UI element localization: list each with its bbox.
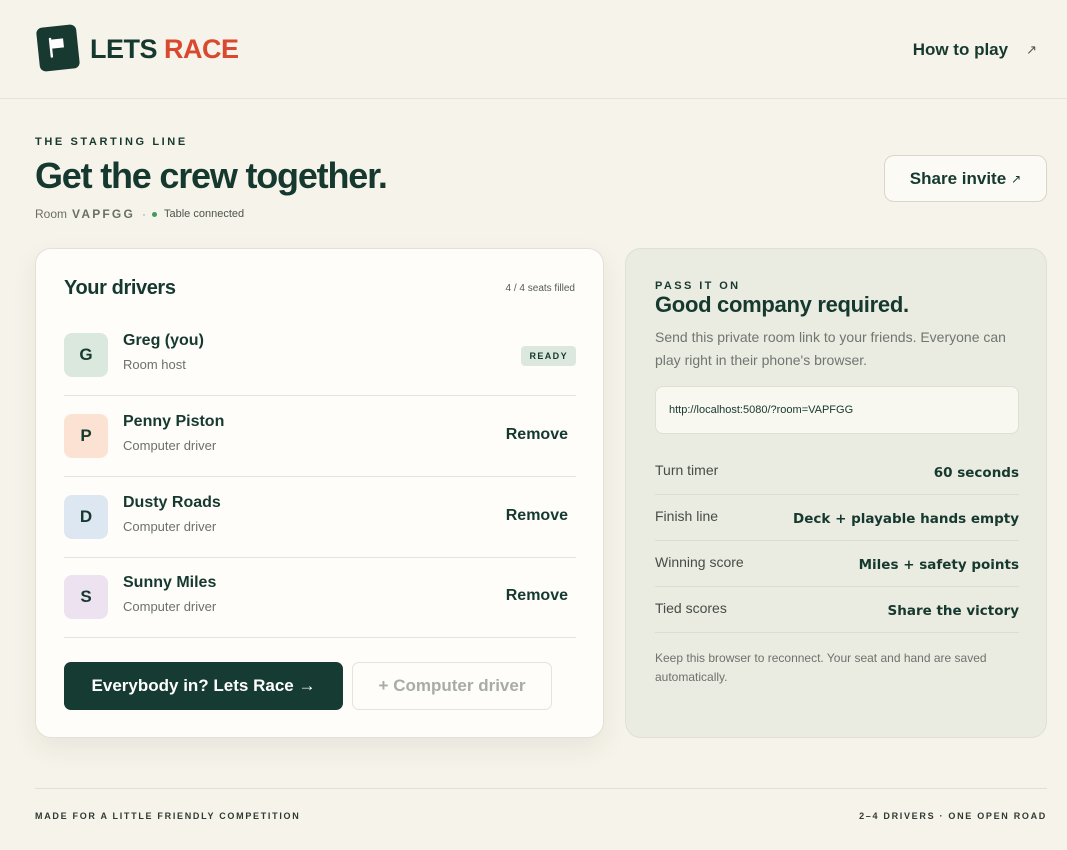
brand-logo[interactable]: LETS RACE [90,32,239,66]
footer-tagline: MADE FOR A LITTLE FRIENDLY COMPETITION [35,811,301,821]
add-computer-driver-button[interactable]: + Computer driver [352,662,552,710]
seats-count: 4 / 4 seats filled [505,283,575,294]
remove-driver-button[interactable]: Remove [506,507,568,525]
flag-icon[interactable] [35,24,81,72]
connection-status-dot-icon [152,211,157,217]
driver-role: Computer driver [123,599,217,614]
brand-word-race: RACE [164,34,239,64]
page-title: Get the crew together. [35,155,388,196]
arrow-up-right-icon: ↗ [1011,171,1022,186]
driver-row: P Penny Piston Computer driver Remove [64,396,576,477]
drivers-card: Your drivers 4 / 4 seats filled G Greg (… [35,248,604,738]
setting-label: Winning score [655,554,744,570]
avatar: P [64,414,108,458]
driver-name: Dusty Roads [123,494,221,511]
setting-value: 60 seconds [933,465,1019,481]
setting-label: Finish line [655,508,719,524]
connection-status: Table connected [164,208,245,220]
setting-row: Tied scores Share the victory [655,587,1019,633]
avatar: D [64,495,108,539]
share-invite-button[interactable]: Share invite ↗ [884,155,1047,202]
footer-meta: 2–4 DRIVERS · ONE OPEN ROAD [859,811,1047,821]
room-label: Room [35,207,68,221]
driver-role: Room host [123,357,186,372]
invite-eyebrow: PASS IT ON [655,280,741,292]
invite-description: Send this private room link to your frie… [655,329,1006,368]
driver-name: Greg (you) [123,332,204,349]
start-race-button[interactable]: Everybody in? Lets Race → [64,662,343,710]
driver-row: D Dusty Roads Computer driver Remove [64,477,576,558]
invite-footnote: Keep this browser to reconnect. Your sea… [655,651,987,684]
share-invite-label: Share invite [909,168,1007,188]
top-bar: LETS RACE How to play ↗ [0,0,1067,99]
how-to-play-link[interactable]: How to play ↗ [913,40,1037,60]
avatar: G [64,333,108,377]
room-code: VAPFGG [72,207,135,221]
setting-row: Turn timer 60 seconds [655,449,1019,495]
setting-label: Tied scores [655,600,727,616]
setting-row: Finish line Deck + playable hands empty [655,495,1019,541]
remove-driver-button[interactable]: Remove [506,426,568,444]
room-info: Room VAPFGG · Table connected [35,207,244,221]
section-eyebrow: THE STARTING LINE [35,136,188,148]
remove-driver-button[interactable]: Remove [506,587,568,605]
setting-row: Winning score Miles + safety points [655,541,1019,587]
ready-badge: READY [521,346,576,366]
setting-label: Turn timer [655,462,719,478]
driver-row: S Sunny Miles Computer driver Remove [64,557,576,638]
driver-name: Sunny Miles [123,574,217,591]
how-to-play-label: How to play [912,40,1009,59]
invite-title: Good company required. [655,292,909,317]
setting-value: Miles + safety points [858,557,1019,573]
driver-role: Computer driver [123,438,217,453]
invite-link-field[interactable]: http://localhost:5080/?room=VAPFGG [655,386,1019,434]
setting-value: Deck + playable hands empty [793,511,1019,527]
setting-value: Share the victory [887,603,1020,619]
footer-divider [35,788,1047,789]
driver-row: G Greg (you) Room host READY [64,315,576,396]
drivers-title: Your drivers [64,277,176,299]
room-separator: · [142,207,146,221]
driver-role: Computer driver [123,519,217,534]
avatar: S [64,575,108,619]
driver-name: Penny Piston [123,413,225,430]
arrow-up-right-icon: ↗ [1026,42,1037,57]
invite-card: PASS IT ON Good company required. Send t… [625,248,1047,738]
brand-word-lets: LETS [90,34,158,64]
